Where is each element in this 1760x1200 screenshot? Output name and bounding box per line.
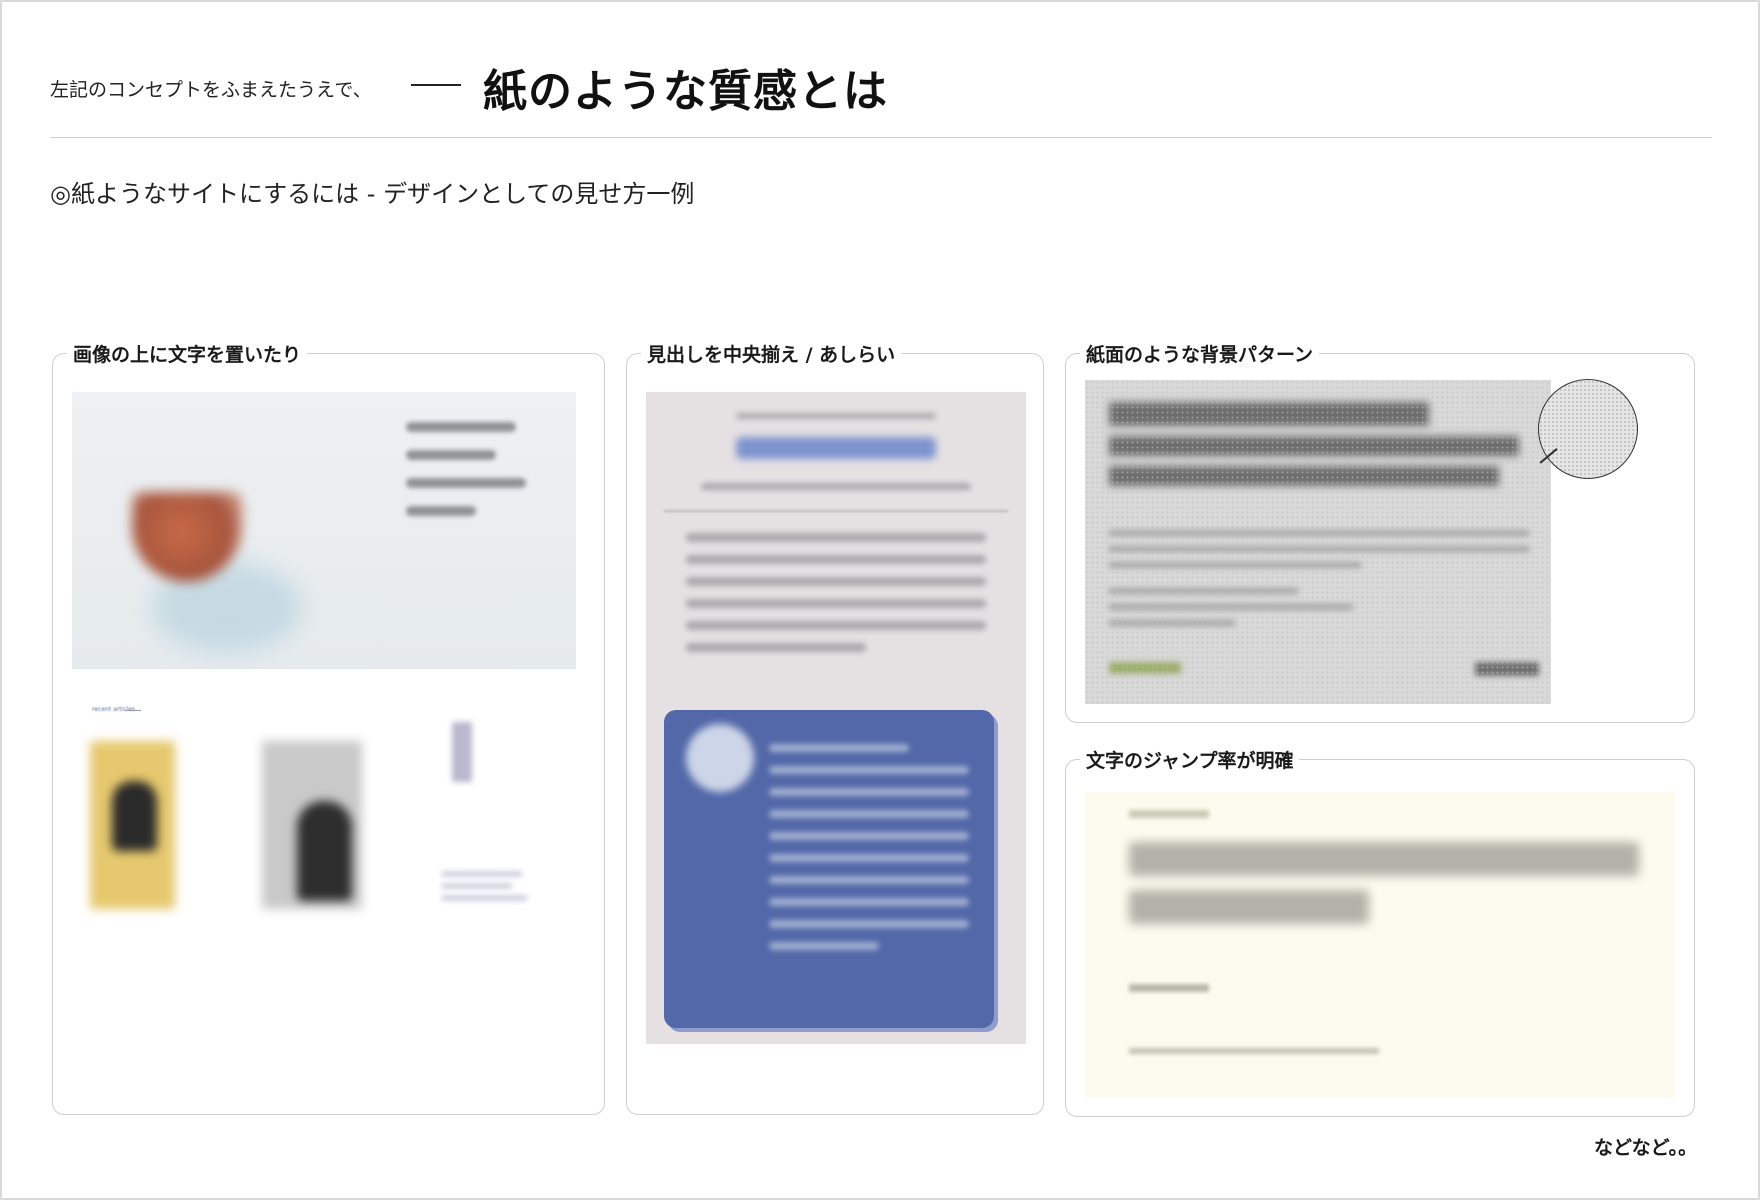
jump-ratio-screenshot (1085, 792, 1675, 1098)
paper-pattern-screenshot (1085, 380, 1551, 704)
panel-centered-heading: 見出しを中央揃え / あしらい (626, 340, 1044, 1115)
blurred-headline (1109, 402, 1519, 486)
footer-note: などなど。。 (1594, 1137, 1698, 1159)
panel-label: 見出しを中央揃え / あしらい (641, 340, 902, 367)
blurred-body-text (686, 520, 986, 665)
panel-image-text: 画像の上に文字を置いたり recent articles (52, 340, 605, 1115)
panel-label: 紙面のような背景パターン (1080, 340, 1320, 367)
recent-articles-line (125, 710, 141, 711)
header-dash (411, 84, 461, 86)
panel-label: 文字のジャンプ率が明確 (1080, 746, 1300, 773)
hero-screenshot (72, 392, 576, 669)
blurred-green-button (1109, 662, 1181, 674)
blurred-heading (736, 437, 936, 459)
blurred-category (1129, 810, 1209, 818)
header-lead: 左記のコンセプトをふまえたうえで、 (50, 79, 372, 101)
magnifier-icon (1538, 379, 1638, 479)
subtitle: ◎紙ようなサイトにするには - デザインとしての見せ方一例 (50, 180, 695, 208)
panel-jump-ratio: 文字のジャンプ率が明確 (1065, 746, 1695, 1117)
blurred-meta (1129, 984, 1209, 992)
heading-separator (664, 510, 1008, 512)
blurred-dark-button (1475, 662, 1539, 676)
slide: 左記のコンセプトをふまえたうえで、 紙のような質感とは ◎紙ようなサイトにするに… (2, 2, 1758, 1198)
article-sidebar (442, 714, 552, 914)
panel-paper-pattern: 紙面のような背景パターン (1065, 340, 1695, 723)
articles-screenshot: recent articles (72, 684, 576, 944)
blurred-body (1109, 520, 1529, 636)
avatar (686, 724, 754, 792)
centered-heading-screenshot (646, 392, 1026, 1044)
profile-card (664, 710, 994, 1028)
panel-label: 画像の上に文字を置いたり (67, 340, 308, 367)
blurred-footer (1129, 1048, 1379, 1054)
header: 左記のコンセプトをふまえたうえで、 紙のような質感とは (50, 57, 1712, 137)
header-rule (50, 137, 1712, 138)
brush-calligraphy (406, 404, 546, 554)
page-title: 紙のような質感とは (483, 66, 888, 117)
article-card-yellow (90, 741, 175, 909)
blurred-big-headline (1129, 842, 1639, 924)
article-card-gray (262, 741, 362, 909)
